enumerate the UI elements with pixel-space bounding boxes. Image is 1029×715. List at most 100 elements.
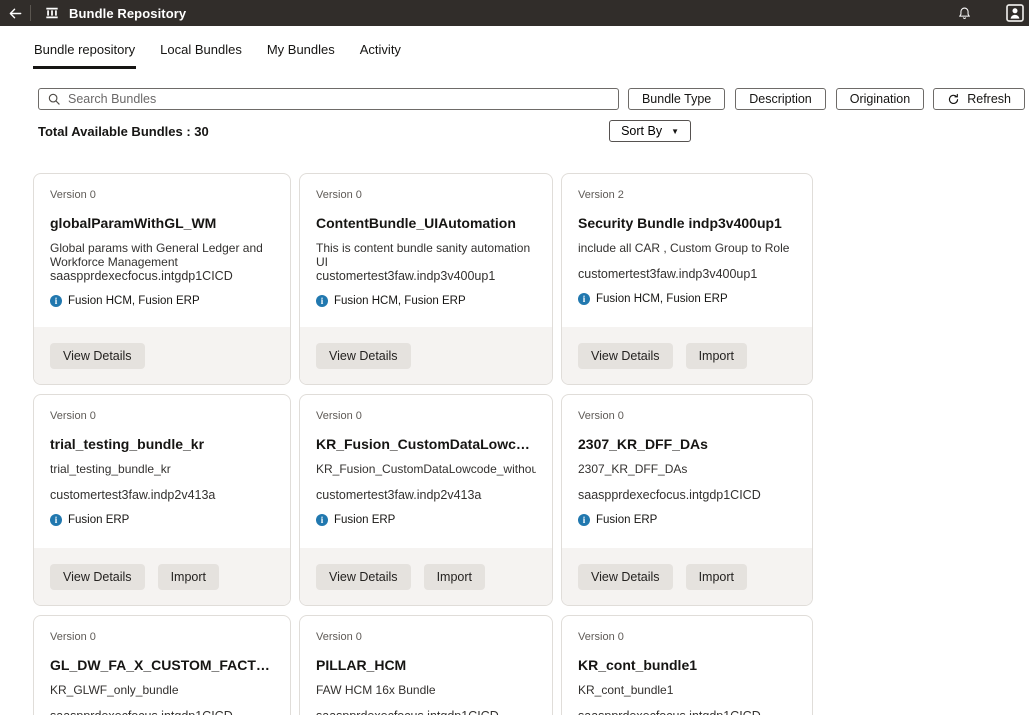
bundle-card: Version 0 GL_DW_FA_X_CUSTOM_FACT_GLDET..… — [33, 615, 291, 715]
import-button[interactable]: Import — [686, 564, 747, 590]
arrow-left-icon — [8, 6, 23, 21]
bundle-card-body: Version 0 2307_KR_DFF_DAs 2307_KR_DFF_DA… — [562, 395, 812, 526]
bundle-title: PILLAR_HCM — [316, 657, 536, 673]
view-details-button[interactable]: View Details — [316, 343, 411, 369]
bundle-description: FAW HCM 16x Bundle — [316, 683, 536, 709]
bundle-version: Version 0 — [50, 631, 274, 643]
bundle-source: customertest3faw.indp2v413a — [316, 488, 536, 502]
bundle-description: KR_cont_bundle1 — [578, 683, 796, 709]
tab-local-bundles[interactable]: Local Bundles — [159, 38, 243, 69]
bundle-title: 2307_KR_DFF_DAs — [578, 436, 796, 452]
bundle-description: trial_testing_bundle_kr — [50, 462, 274, 488]
info-icon[interactable]: i — [50, 295, 62, 307]
import-button[interactable]: Import — [158, 564, 219, 590]
total-bundles-label: Total Available Bundles : 30 — [38, 124, 209, 139]
bundle-card: Version 0 2307_KR_DFF_DAs 2307_KR_DFF_DA… — [561, 394, 813, 606]
info-icon[interactable]: i — [578, 514, 590, 526]
bundle-source: saaspprdexecfocus.intgdp1CICD — [578, 488, 796, 502]
bundle-card: Version 0 globalParamWithGL_WM Global pa… — [33, 173, 291, 385]
bundle-applications-row: i Fusion ERP — [50, 514, 274, 526]
import-button[interactable]: Import — [686, 343, 747, 369]
bundle-version: Version 0 — [316, 189, 536, 201]
page-title: Bundle Repository — [69, 6, 186, 21]
bundle-title: Security Bundle indp3v400up1 — [578, 215, 796, 231]
bundle-version: Version 0 — [316, 631, 536, 643]
search-input[interactable] — [68, 92, 610, 106]
bundle-description: This is content bundle sanity automation… — [316, 241, 536, 269]
tab-my-bundles[interactable]: My Bundles — [266, 38, 336, 69]
bundle-source: customertest3faw.indp2v413a — [50, 488, 274, 502]
bundle-card-body: Version 0 trial_testing_bundle_kr trial_… — [34, 395, 290, 526]
bundle-applications-row: i Fusion HCM, Fusion ERP — [316, 295, 536, 307]
toolbar: Bundle Type Description Origination Refres… — [38, 88, 1025, 110]
origination-filter-button[interactable]: Origination — [836, 88, 924, 110]
bundle-card-body: Version 0 globalParamWithGL_WM Global pa… — [34, 174, 290, 307]
bundle-applications: Fusion ERP — [596, 514, 657, 526]
info-icon[interactable]: i — [50, 514, 62, 526]
tab-activity[interactable]: Activity — [359, 38, 402, 69]
app-header: Bundle Repository — [0, 0, 1029, 26]
back-button[interactable] — [0, 0, 30, 26]
bundle-title: ContentBundle_UIAutomation — [316, 215, 536, 231]
info-icon[interactable]: i — [316, 295, 328, 307]
info-icon[interactable]: i — [578, 293, 590, 305]
import-button[interactable]: Import — [424, 564, 485, 590]
bundle-source: customertest3faw.indp3v400up1 — [316, 269, 536, 283]
bundle-card: Version 0 ContentBundle_UIAutomation Thi… — [299, 173, 553, 385]
bundle-source: customertest3faw.indp3v400up1 — [578, 267, 796, 281]
bundle-title: KR_Fusion_CustomDataLowcode_wit... — [316, 436, 536, 452]
bundle-version: Version 0 — [578, 410, 796, 422]
bundle-card-body: Version 0 KR_Fusion_CustomDataLowcode_wi… — [300, 395, 552, 526]
tab-bundle-repository[interactable]: Bundle repository — [33, 38, 136, 69]
view-details-button[interactable]: View Details — [316, 564, 411, 590]
sort-by-dropdown[interactable]: Sort By ▼ — [609, 120, 691, 142]
tabs: Bundle repository Local Bundles My Bundles… — [0, 38, 1029, 70]
refresh-label: Refresh — [967, 92, 1011, 106]
search-box — [38, 88, 619, 110]
bundle-source: saaspprdexecfocus.intgdp1CICD — [50, 709, 274, 715]
chevron-down-icon: ▼ — [671, 127, 679, 136]
bundle-applications: Fusion ERP — [334, 514, 395, 526]
description-filter-button[interactable]: Description — [735, 88, 826, 110]
bundle-type-filter-button[interactable]: Bundle Type — [628, 88, 725, 110]
bundle-card-footer: View Details Import — [562, 548, 812, 605]
sort-by-label: Sort By — [621, 124, 662, 138]
bundle-card-footer: View Details Import — [562, 327, 812, 384]
bundle-card-grid: Version 0 globalParamWithGL_WM Global pa… — [33, 173, 815, 715]
bundle-source: saaspprdexecfocus.intgdp1CICD — [50, 269, 274, 283]
bundle-version: Version 0 — [50, 189, 274, 201]
view-details-button[interactable]: View Details — [50, 343, 145, 369]
view-details-button[interactable]: View Details — [578, 343, 673, 369]
bundle-card-footer: View Details — [300, 327, 552, 384]
bundle-applications-row: i Fusion ERP — [578, 514, 796, 526]
bundle-title: trial_testing_bundle_kr — [50, 436, 274, 452]
notifications-bell-icon[interactable] — [957, 6, 972, 21]
refresh-icon — [947, 93, 960, 106]
count-row: Total Available Bundles : 30 Sort By ▼ — [38, 120, 691, 142]
bundle-card: Version 2 Security Bundle indp3v400up1 i… — [561, 173, 813, 385]
bundle-card: Version 0 KR_Fusion_CustomDataLowcode_wi… — [299, 394, 553, 606]
bundle-card: Version 0 trial_testing_bundle_kr trial_… — [33, 394, 291, 606]
info-icon[interactable]: i — [316, 514, 328, 526]
bundle-title: GL_DW_FA_X_CUSTOM_FACT_GLDET... — [50, 657, 274, 673]
bundle-applications: Fusion ERP — [68, 514, 129, 526]
bundle-description: include all CAR , Custom Group to Role — [578, 241, 796, 267]
view-details-button[interactable]: View Details — [50, 564, 145, 590]
user-avatar-icon[interactable] — [1006, 4, 1024, 22]
view-details-button[interactable]: View Details — [578, 564, 673, 590]
bundle-card-body: Version 0 PILLAR_HCM FAW HCM 16x Bundle … — [300, 616, 552, 715]
bundle-card-body: Version 2 Security Bundle indp3v400up1 i… — [562, 174, 812, 305]
filter-buttons: Bundle Type Description Origination — [628, 88, 924, 110]
bundle-description: KR_Fusion_CustomDataLowcode_withoutSrc — [316, 462, 536, 488]
bundle-card: Version 0 PILLAR_HCM FAW HCM 16x Bundle … — [299, 615, 553, 715]
bundle-title: globalParamWithGL_WM — [50, 215, 274, 231]
bundle-applications: Fusion HCM, Fusion ERP — [596, 293, 728, 305]
bundle-card-body: Version 0 KR_cont_bundle1 KR_cont_bundle… — [562, 616, 812, 715]
header-divider — [30, 5, 31, 21]
bundle-version: Version 0 — [50, 410, 274, 422]
bundle-repository-icon — [45, 6, 59, 20]
bundle-card-body: Version 0 GL_DW_FA_X_CUSTOM_FACT_GLDET..… — [34, 616, 290, 715]
bundle-description: KR_GLWF_only_bundle — [50, 683, 274, 709]
refresh-button[interactable]: Refresh — [933, 88, 1025, 110]
bundle-version: Version 2 — [578, 189, 796, 201]
